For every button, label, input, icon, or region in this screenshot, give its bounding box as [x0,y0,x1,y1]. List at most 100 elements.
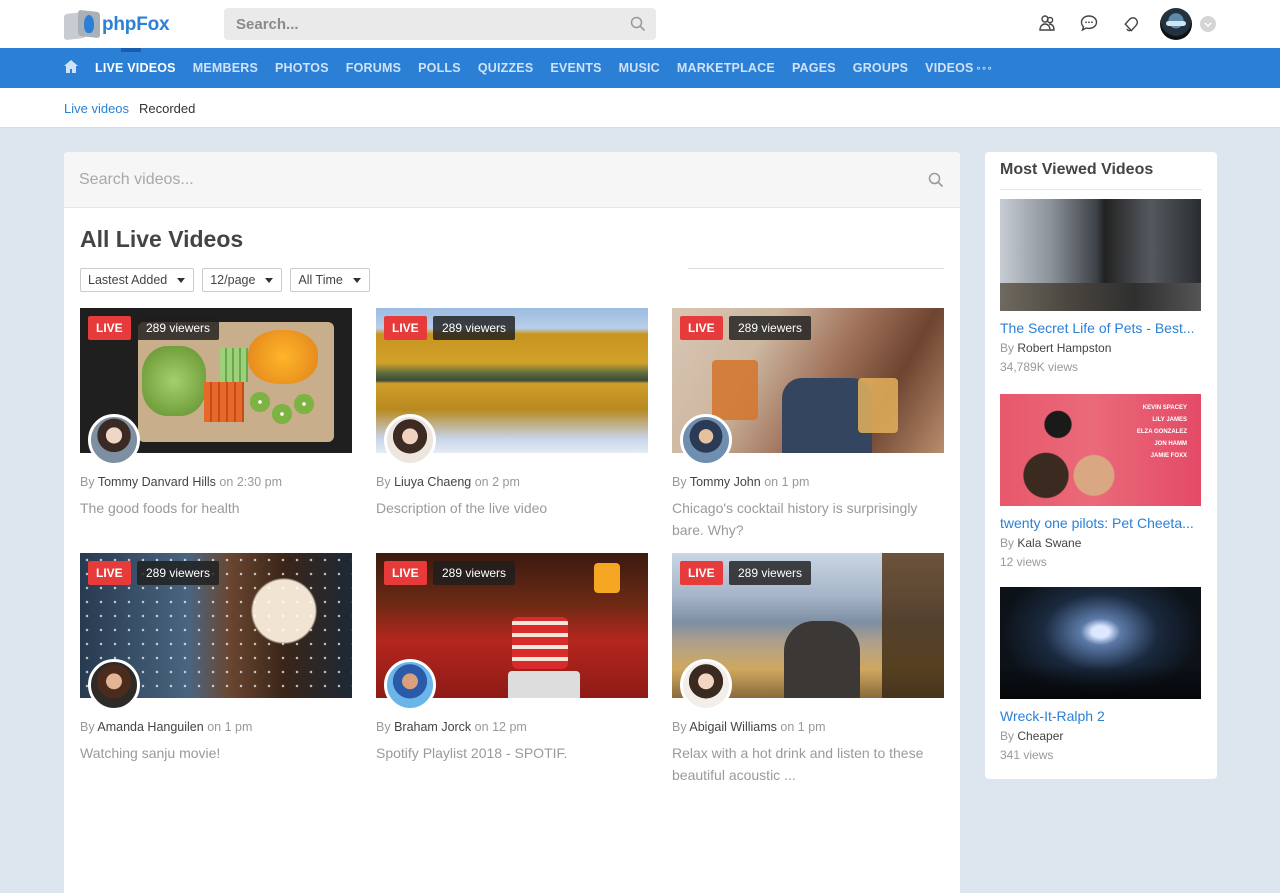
video-card[interactable]: LIVE 289 viewers By Amanda Hanguilen on … [80,553,352,764]
global-search [224,8,656,40]
sidebar-video-title[interactable]: twenty one pilots: Pet Cheeta... [1000,515,1201,531]
avatar[interactable] [680,414,732,466]
video-card[interactable]: LIVE 289 viewers By Abigail Williams on … [672,553,944,786]
by-label: By [672,720,687,734]
viewers-badge: 289 viewers [433,561,516,585]
by-label: By [1000,536,1015,550]
sidebar-video-item[interactable]: Wreck-It-Ralph 2 By Cheaper 341 views [1000,587,1201,762]
subnav-recorded[interactable]: Recorded [139,101,195,116]
author-name[interactable]: Tommy Danvard Hills [98,475,216,489]
viewers-badge: 289 viewers [729,316,812,340]
nav-videos-label: VIDEOS [925,61,974,75]
sidebar-video-author: By Cheaper [1000,729,1201,743]
avatar[interactable] [384,659,436,711]
sidebar-video-author: By Kala Swane [1000,536,1201,550]
poster-credits: KEVIN SPACEY LILY JAMES ELZA GONZALEZ JO… [1136,405,1187,459]
live-badge: LIVE [88,561,131,585]
on-label: on [474,720,489,734]
nav-polls[interactable]: POLLS [418,48,461,88]
sidebar-video-item[interactable]: The Secret Life of Pets - Best... By Rob… [1000,199,1201,374]
by-label: By [376,475,391,489]
avatar[interactable] [88,659,140,711]
phpfox-logo[interactable]: phpFox [64,9,170,41]
viewers-badge: 289 viewers [137,561,220,585]
nav-events[interactable]: EVENTS [550,48,601,88]
author-name[interactable]: Amanda Hanguilen [97,720,203,734]
friends-icon[interactable] [1036,12,1058,34]
video-meta: By Tommy John on 1 pm [672,475,944,489]
account-menu-toggle[interactable] [1200,16,1216,32]
avatar[interactable] [680,659,732,711]
nav-home[interactable] [64,48,78,88]
video-card[interactable]: LIVE 289 viewers By Tommy Danvard Hills … [80,308,352,519]
top-header: phpFox [0,0,1280,48]
messages-icon[interactable] [1078,12,1100,34]
nav-photos[interactable]: PHOTOS [275,48,329,88]
nav-members[interactable]: MEMBERS [193,48,258,88]
author-name[interactable]: Liuya Chaeng [394,475,471,489]
author-name[interactable]: Kala Swane [1017,536,1081,550]
sidebar-video-title[interactable]: The Secret Life of Pets - Best... [1000,320,1201,336]
sidebar-video-thumbnail[interactable]: KEVIN SPACEY LILY JAMES ELZA GONZALEZ JO… [1000,394,1201,506]
global-search-input[interactable] [224,8,656,40]
logo-text: phpFox [102,14,170,35]
search-icon[interactable] [630,16,646,37]
video-description[interactable]: Relax with a hot drink and listen to the… [672,742,944,786]
video-card[interactable]: LIVE 289 viewers By Liuya Chaeng on 2 pm… [376,308,648,519]
by-label: By [80,475,95,489]
video-card[interactable]: LIVE 289 viewers By Braham Jorck on 12 p… [376,553,648,764]
on-label: on [764,475,779,489]
video-description[interactable]: Chicago's cocktail history is surprising… [672,497,944,541]
per-page-select[interactable]: 12/page [202,268,283,292]
on-label: on [474,475,489,489]
notifications-icon[interactable] [1120,12,1142,34]
video-meta: By Tommy Danvard Hills on 2:30 pm [80,475,352,489]
author-name[interactable]: Abigail Williams [689,720,777,734]
most-viewed-sidebar: Most Viewed Videos The Secret Life of Pe… [985,152,1217,779]
sidebar-video-item[interactable]: KEVIN SPACEY LILY JAMES ELZA GONZALEZ JO… [1000,394,1201,569]
nav-pages[interactable]: PAGES [792,48,836,88]
subnav-live-videos[interactable]: Live videos [64,101,129,116]
author-name[interactable]: Cheaper [1017,729,1063,743]
sidebar-video-thumbnail[interactable] [1000,587,1201,699]
by-label: By [80,720,95,734]
video-meta: By Abigail Williams on 1 pm [672,720,944,734]
viewers-badge: 289 viewers [137,316,220,340]
author-name[interactable]: Tommy John [690,475,761,489]
video-card[interactable]: LIVE 289 viewers By Tommy John on 1 pm C… [672,308,944,541]
video-time: 1 pm [797,720,826,734]
author-name[interactable]: Braham Jorck [394,720,471,734]
video-time: 12 pm [492,720,527,734]
video-time: 2:30 pm [236,475,282,489]
video-description[interactable]: Description of the live video [376,497,648,519]
author-name[interactable]: Robert Hampston [1017,341,1111,355]
nav-videos[interactable]: VIDEOS ∘∘∘ [925,48,992,88]
video-meta: By Liuya Chaeng on 2 pm [376,475,648,489]
time-range-select[interactable]: All Time [290,268,370,292]
nav-forums[interactable]: FORUMS [346,48,401,88]
sidebar-video-title[interactable]: Wreck-It-Ralph 2 [1000,708,1201,724]
video-description[interactable]: The good foods for health [80,497,352,519]
avatar[interactable] [384,414,436,466]
nav-groups[interactable]: GROUPS [853,48,908,88]
sidebar-video-author: By Robert Hampston [1000,341,1201,355]
nav-music[interactable]: MUSIC [619,48,660,88]
on-label: on [219,475,234,489]
video-search-input[interactable] [64,152,960,207]
sidebar-video-thumbnail[interactable] [1000,199,1201,311]
nav-quizzes[interactable]: QUIZZES [478,48,534,88]
more-dots-icon[interactable]: ∘∘∘ [976,63,993,74]
video-description[interactable]: Watching sanju movie! [80,742,352,764]
video-description[interactable]: Spotify Playlist 2018 - SPOTIF. [376,742,648,764]
nav-live-videos[interactable]: LIVE VIDEOS [95,48,176,88]
main-nav: LIVE VIDEOS MEMBERS PHOTOS FORUMS POLLS … [0,48,1280,88]
header-actions [1036,12,1142,34]
home-icon [64,60,78,76]
avatar[interactable] [88,414,140,466]
live-badge: LIVE [680,316,723,340]
nav-marketplace[interactable]: MARKETPLACE [677,48,775,88]
sort-select[interactable]: Lastest Added [80,268,195,292]
user-avatar[interactable] [1160,8,1192,40]
by-label: By [1000,729,1015,743]
search-icon[interactable] [928,172,944,193]
